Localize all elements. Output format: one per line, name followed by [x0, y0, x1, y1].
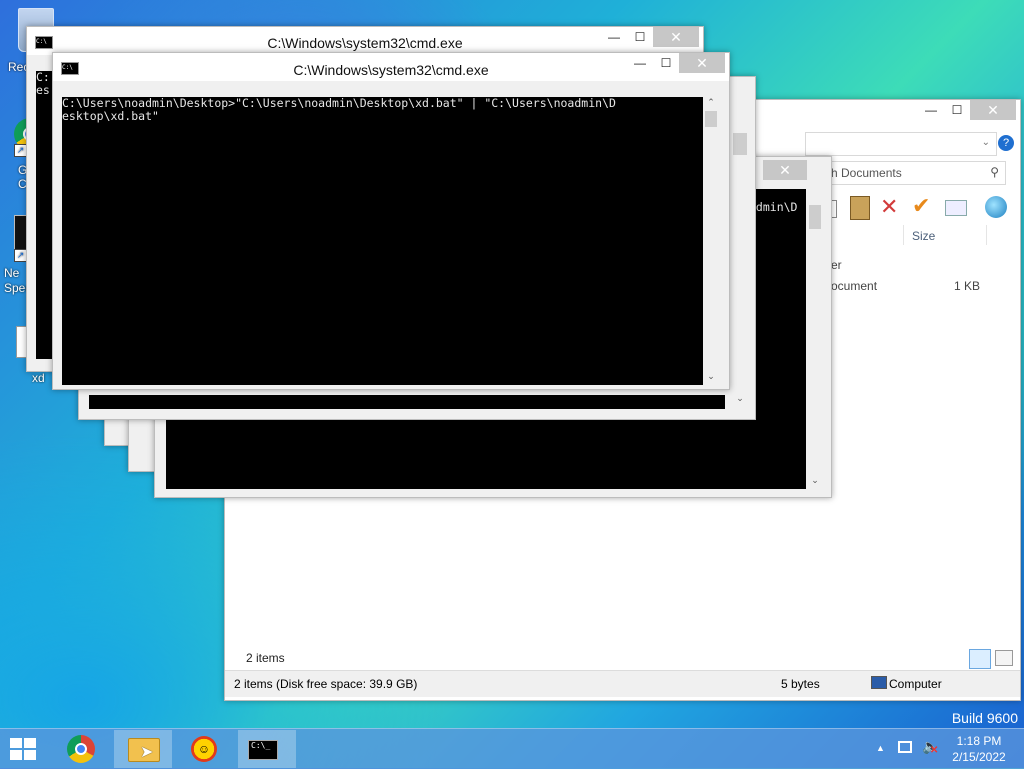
- scrollbar[interactable]: ⌄: [731, 77, 749, 411]
- caption-buttons: — ☐ ✕: [601, 27, 699, 47]
- close-button[interactable]: ✕: [653, 27, 699, 47]
- maximize-button[interactable]: ☐: [944, 100, 970, 120]
- details-view-icon[interactable]: [969, 649, 991, 669]
- mute-x-icon: ✕: [930, 745, 939, 756]
- smiley-sun-icon: ☺: [191, 736, 217, 762]
- scrollbar-thumb[interactable]: [809, 205, 821, 229]
- list-item[interactable]: ocument 1 KB: [825, 277, 1005, 295]
- start-button[interactable]: [8, 737, 38, 761]
- scrollbar-thumb[interactable]: [705, 111, 717, 127]
- toolbar: ✕ ✔: [825, 193, 1015, 222]
- cmd-icon: C:\_: [248, 740, 278, 760]
- console-output[interactable]: C:\Users\noadmin\Desktop>"C:\Users\noadm…: [62, 97, 703, 385]
- titlebar[interactable]: C:\ C:\Windows\system32\cmd.exe — ☐ ✕: [27, 27, 703, 55]
- list-item[interactable]: er: [825, 256, 1005, 274]
- checkmark-icon[interactable]: ✔: [912, 193, 930, 219]
- column-label: Size: [912, 229, 936, 243]
- clock-time: 1:18 PM: [956, 734, 1002, 748]
- scroll-up-arrow-icon[interactable]: ⌃: [703, 97, 719, 111]
- chevron-down-icon[interactable]: ⌄: [982, 137, 990, 148]
- large-icons-view-icon[interactable]: [995, 650, 1013, 666]
- titlebar[interactable]: C:\ C:\Windows\system32\cmd.exe — ☐ ✕: [53, 53, 729, 81]
- clock[interactable]: 1:18 PM 2/15/2022: [946, 733, 1012, 765]
- taskbar-cmd-button[interactable]: C:\_: [238, 730, 296, 768]
- cmd-window-active[interactable]: C:\ C:\Windows\system32\cmd.exe — ☐ ✕ C:…: [52, 52, 730, 390]
- status-size: 5 bytes: [781, 677, 820, 691]
- build-watermark: Build 9600: [951, 710, 1018, 726]
- minimize-button[interactable]: —: [601, 27, 627, 47]
- search-placeholder: ch Documents: [825, 166, 902, 180]
- help-icon[interactable]: ?: [998, 135, 1014, 151]
- clock-date: 2/15/2022: [952, 750, 1006, 764]
- windows-logo-icon: [10, 738, 36, 760]
- close-button[interactable]: ✕: [970, 100, 1016, 120]
- taskbar-explorer-button[interactable]: ➤: [114, 730, 172, 768]
- scroll-down-arrow-icon[interactable]: ⌄: [703, 371, 719, 385]
- scroll-down-arrow-icon[interactable]: ⌄: [807, 475, 823, 489]
- properties-icon[interactable]: [945, 200, 967, 216]
- minimize-button[interactable]: —: [627, 53, 653, 73]
- console-output: [89, 395, 725, 409]
- globe-icon[interactable]: [985, 196, 1007, 218]
- minimize-button[interactable]: —: [918, 100, 944, 120]
- maximize-button[interactable]: ☐: [627, 27, 653, 47]
- caption-buttons: — ☐ ✕: [627, 53, 725, 73]
- explorer-caption-buttons: — ☐ ✕: [918, 100, 1016, 120]
- cursor-icon: ➤: [140, 744, 154, 761]
- search-icon: ⚲: [990, 165, 999, 179]
- close-button[interactable]: ✕: [679, 53, 725, 73]
- taskbar: ➤ ☺ C:\_ ▲ 🔈 ✕ 1:18 PM 2/15/2022: [0, 728, 1024, 769]
- show-hidden-icons-icon[interactable]: ▲: [876, 743, 885, 753]
- file-type: ocument: [831, 279, 878, 293]
- network-icon[interactable]: [898, 741, 912, 753]
- column-header-size[interactable]: Size: [903, 225, 987, 245]
- maximize-button[interactable]: ☐: [653, 53, 679, 73]
- status-bar: 2 items (Disk free space: 39.9 GB) 5 byt…: [225, 670, 1020, 697]
- taskbar-sun-app-button[interactable]: ☺: [176, 730, 234, 768]
- chrome-center-icon: [75, 743, 87, 755]
- status-text: 2 items (Disk free space: 39.9 GB): [234, 677, 418, 691]
- file-type: er: [831, 258, 842, 272]
- search-input[interactable]: ch Documents ⚲: [820, 161, 1006, 185]
- items-count: 2 items: [246, 651, 285, 665]
- address-bar[interactable]: ⌄: [805, 132, 997, 156]
- taskbar-chrome-button[interactable]: [52, 730, 110, 768]
- scrollbar-thumb[interactable]: [733, 133, 747, 155]
- scroll-down-arrow-icon[interactable]: ⌄: [731, 393, 749, 407]
- computer-icon: [871, 676, 887, 689]
- desktop-icon-label: xd: [32, 371, 45, 385]
- delete-icon[interactable]: ✕: [880, 194, 898, 220]
- scrollbar[interactable]: ⌄: [807, 189, 823, 489]
- clipboard-icon[interactable]: [850, 196, 870, 220]
- file-size: 1 KB: [954, 279, 981, 293]
- close-button[interactable]: ✕: [763, 160, 807, 180]
- status-location: Computer: [889, 677, 942, 691]
- scrollbar[interactable]: ⌃ ⌄: [703, 97, 719, 385]
